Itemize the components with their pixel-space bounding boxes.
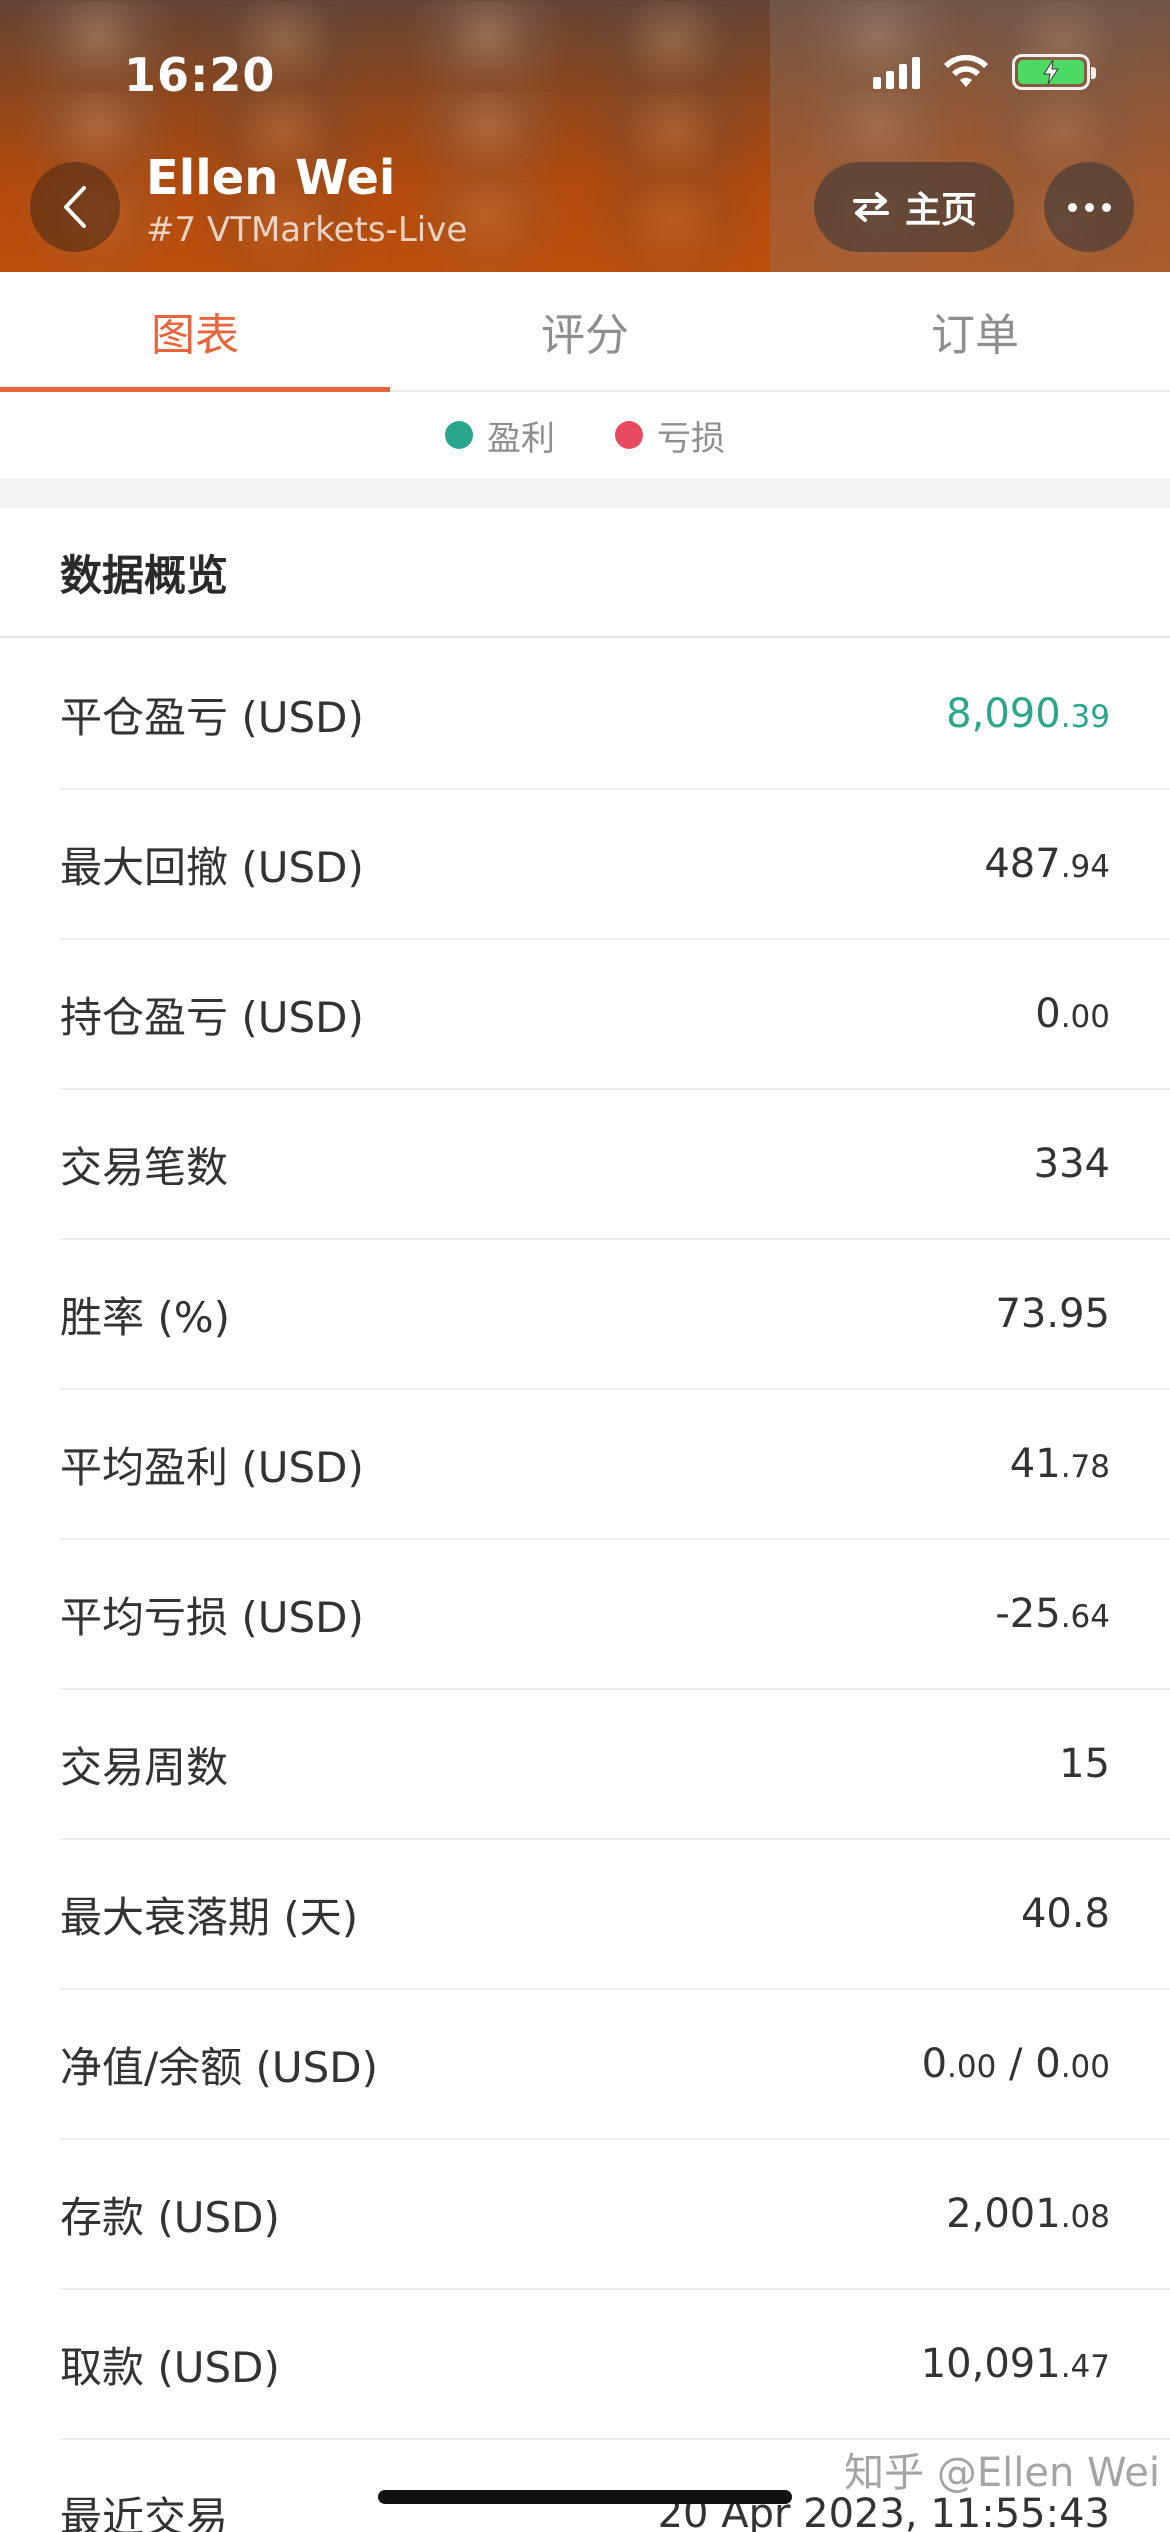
profile-header: 16:20 Ellen Wei #7 VTMarkets-Live 主页 (0, 0, 1170, 272)
overview-row-label: 存款 (USD) (60, 2192, 280, 2242)
overview-row-label: 平均盈利 (USD) (60, 1442, 364, 1492)
swap-arrows-icon (852, 192, 889, 222)
legend-profit: 盈利 (445, 411, 555, 460)
chevron-left-icon (64, 186, 86, 228)
home-button-label: 主页 (904, 190, 977, 231)
overview-row: 取款 (USD) 10,091.47 (60, 2290, 1170, 2440)
overview-row-value: 0.00 / 0.00 (922, 2041, 1110, 2087)
home-indicator[interactable] (378, 2490, 792, 2504)
value-integer: 2,001 (946, 2191, 1061, 2237)
value-integer: 0 (1035, 991, 1061, 1037)
more-dots-icon (1067, 202, 1077, 212)
watermark: 知乎 @Ellen Wei (844, 2450, 1160, 2496)
overview-row-value: 15 (1059, 1741, 1110, 1787)
legend-loss-label: 亏损 (657, 418, 725, 459)
overview-row-value: -25.64 (995, 1591, 1110, 1637)
overview-row-label: 最大回撤 (USD) (60, 842, 364, 892)
tab-chart[interactable]: 图表 (0, 272, 390, 392)
value-integer: 487 (984, 841, 1061, 887)
overview-row-value: 2,001.08 (946, 2191, 1110, 2237)
value-decimal: .00 (1060, 2049, 1110, 2085)
overview-row-label: 最大衰落期 (天) (60, 1892, 359, 1942)
overview-row-label: 平均亏损 (USD) (60, 1592, 364, 1642)
value-decimal: .64 (1060, 1599, 1110, 1635)
value-integer: 0 (921, 2041, 948, 2087)
overview-row-value: 10,091.47 (921, 2341, 1110, 2387)
overview-row-label: 最近交易 (60, 2492, 229, 2532)
legend-loss: 亏损 (615, 411, 725, 460)
overview-row: 存款 (USD) 2,001.08 (60, 2140, 1170, 2290)
status-bar-time: 16:20 (124, 48, 276, 102)
value-decimal: .47 (1060, 2349, 1110, 2385)
value-integer: 40.8 (1020, 1891, 1110, 1937)
more-options-button[interactable] (1044, 162, 1134, 252)
overview-row: 持仓盈亏 (USD) 0.00 (60, 940, 1170, 1090)
value-integer: 41 (1009, 1441, 1061, 1487)
overview-row: 平均盈利 (USD) 41.78 (60, 1390, 1170, 1540)
overview-row-label: 胜率 (%) (60, 1292, 231, 1342)
overview-title: 数据概览 (0, 508, 1170, 638)
overview-row-label: 交易周数 (60, 1742, 229, 1792)
overview-row: 交易笔数 334 (60, 1090, 1170, 1240)
home-button[interactable]: 主页 (814, 162, 1014, 252)
value-integer: 15 (1059, 1741, 1110, 1787)
trader-account-subtitle: #7 VTMarkets-Live (146, 210, 468, 250)
value-decimal: .39 (1060, 699, 1110, 735)
overview-row-value: 41.78 (1010, 1441, 1110, 1487)
overview-row-label: 持仓盈亏 (USD) (60, 992, 364, 1042)
overview-row-label: 取款 (USD) (60, 2342, 280, 2392)
value-decimal: .00 (1060, 999, 1110, 1035)
overview-row: 胜率 (%) 73.95 (60, 1240, 1170, 1390)
cellular-signal-icon (873, 55, 920, 89)
value-integer: 334 (1033, 1141, 1110, 1187)
value-decimal: .94 (1060, 849, 1110, 885)
profit-dot-icon (445, 421, 473, 449)
back-button[interactable] (30, 162, 120, 252)
value-integer: -25 (995, 1591, 1061, 1637)
chart-legend: 盈利 亏损 (0, 392, 1170, 478)
value-integer: 10,091 (920, 2341, 1061, 2387)
loss-dot-icon (615, 421, 643, 449)
overview-row-value: 8,090.39 (946, 691, 1110, 737)
overview-row-label: 净值/余额 (USD) (60, 2042, 379, 2092)
wifi-icon (944, 55, 988, 87)
overview-row-value: 0.00 (1035, 991, 1110, 1037)
overview-row: 平仓盈亏 (USD) 8,090.39 (60, 640, 1170, 790)
status-bar-icons (873, 54, 1096, 90)
value-decimal: .00 (947, 2049, 997, 2085)
tab-rating[interactable]: 评分 (390, 272, 780, 390)
tab-orders[interactable]: 订单 (780, 272, 1170, 390)
value-integer: / 0 (996, 2041, 1061, 2087)
value-integer: 73.95 (995, 1291, 1110, 1337)
overview-row: 平均亏损 (USD) -25.64 (60, 1540, 1170, 1690)
battery-charging-icon (1012, 54, 1096, 90)
overview-row-value: 73.95 (995, 1291, 1110, 1337)
overview-row: 最大衰落期 (天) 40.8 (60, 1840, 1170, 1990)
overview-row-value: 334 (1034, 1141, 1110, 1187)
trader-name: Ellen Wei (146, 150, 396, 206)
overview-row: 净值/余额 (USD) 0.00 / 0.00 (60, 1990, 1170, 2140)
overview-row: 最大回撤 (USD) 487.94 (60, 790, 1170, 940)
overview-list: 平仓盈亏 (USD) 8,090.39 最大回撤 (USD) 487.94 持仓盈亏 (… (0, 640, 1170, 2532)
value-decimal: .78 (1060, 1449, 1110, 1485)
tab-bar: 图表 评分 订单 (0, 272, 1170, 392)
overview-row-label: 交易笔数 (60, 1142, 229, 1192)
overview-row-label: 平仓盈亏 (USD) (60, 692, 364, 742)
overview-row-value: 40.8 (1021, 1891, 1110, 1937)
value-decimal: .08 (1060, 2199, 1110, 2235)
value-integer: 8,090 (946, 691, 1061, 737)
overview-row-value: 487.94 (984, 841, 1110, 887)
overview-row: 交易周数 15 (60, 1690, 1170, 1840)
section-divider (0, 478, 1170, 508)
legend-profit-label: 盈利 (487, 418, 555, 459)
